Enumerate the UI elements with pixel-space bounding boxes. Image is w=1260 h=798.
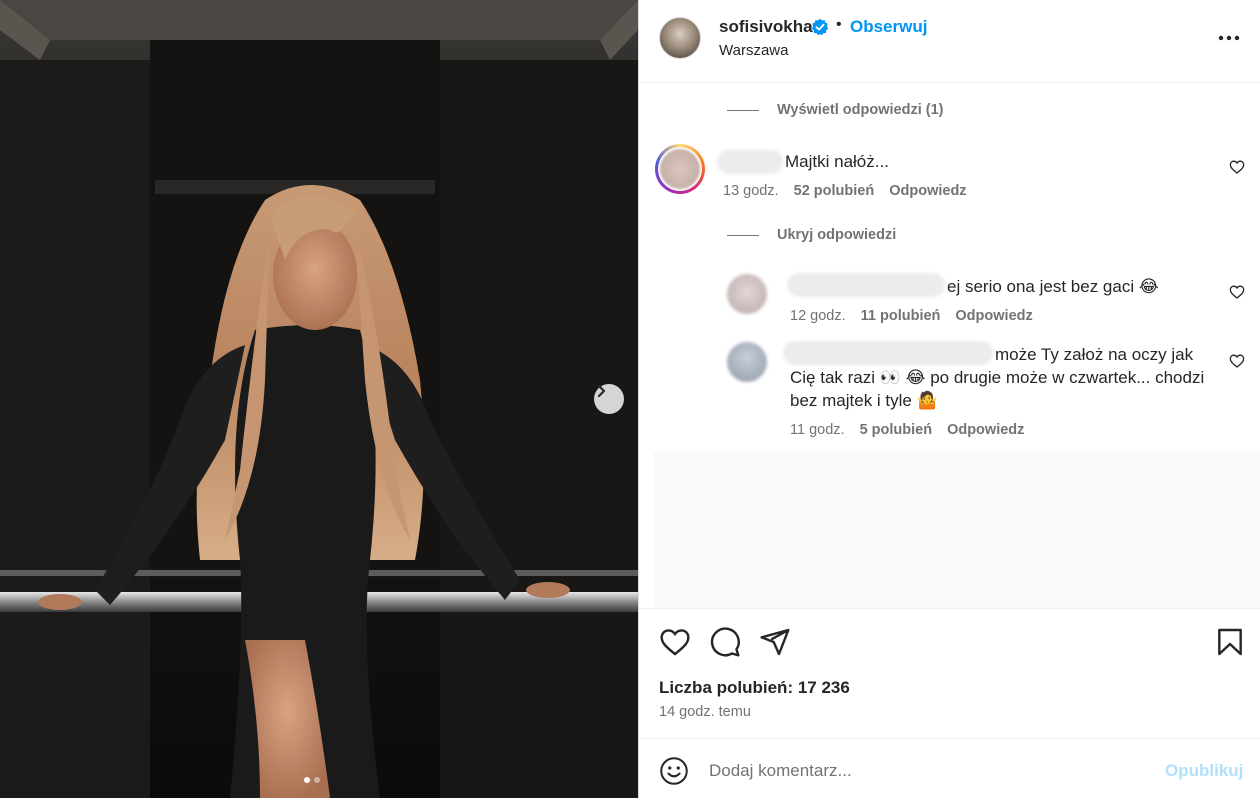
follow-button[interactable]: Obserwuj [850,17,927,37]
comment-time[interactable]: 13 godz. [723,183,779,199]
chevron-right-icon [597,384,606,398]
comment-like-heart-icon[interactable] [1229,284,1245,300]
likes-count[interactable]: Liczba polubień: 17 236 [659,678,850,698]
comment-likes[interactable]: 5 polubień [860,422,933,438]
comment-meta: 12 godz. 11 polubień Odpowiedz [790,308,1033,324]
divider-line [727,109,759,111]
post-actions: Liczba polubień: 17 236 14 godz. temu [639,608,1260,738]
comment-text-line-1: może Ty założ na oczy jak [995,345,1194,364]
more-options-icon[interactable] [1216,25,1242,51]
comments-scroll-area [653,452,1260,608]
comment-likes[interactable]: 52 polubień [794,183,875,199]
view-replies-button[interactable]: Wyświetl odpowiedzi (1) [727,102,944,118]
comment-text-line-2: Cię tak razi 👀 😂 po drugie może w czwart… [790,368,1205,387]
avatar-inner [658,147,702,191]
post-side-panel: sofisivokha • Obserwuj Warszawa Wyświetl… [638,0,1260,798]
hide-replies-button[interactable]: Ukryj odpowiedzi [727,227,896,243]
comment-text: ej serio ona jest bez gaci 😂 [947,277,1159,296]
carousel-dot [314,777,320,783]
comment-meta: 13 godz. 52 polubień Odpowiedz [723,183,967,199]
carousel-dot-active [304,777,310,783]
comment-bubble-icon[interactable] [709,626,741,658]
post-timestamp[interactable]: 14 godz. temu [659,704,751,720]
commenter-avatar[interactable] [727,274,767,314]
comment-time[interactable]: 11 godz. [790,422,845,438]
add-comment-bar: Opublikuj [639,738,1260,798]
commenter-name-blurred[interactable] [783,341,993,365]
separator-dot: • [836,16,842,33]
hide-replies-label: Ukryj odpowiedzi [777,227,897,243]
comment-text-line-3: bez majtek i tyle 🤷 [790,391,938,410]
post-header: sofisivokha • Obserwuj Warszawa [639,0,1260,83]
share-send-icon[interactable] [759,626,791,658]
commenter-avatar-story-ring[interactable] [655,144,705,194]
post-photo[interactable] [0,0,638,798]
reply-button[interactable]: Odpowiedz [955,308,1032,324]
commenter-name-blurred[interactable] [717,150,783,174]
post-location[interactable]: Warszawa [719,42,788,59]
comment-likes[interactable]: 11 polubień [861,308,941,324]
comment-like-heart-icon[interactable] [1229,353,1245,369]
commenter-avatar [660,149,700,189]
photo-illustration [0,0,638,798]
save-bookmark-icon[interactable] [1214,626,1246,658]
divider-line [727,234,759,236]
next-photo-button[interactable] [594,384,624,414]
reply-button[interactable]: Odpowiedz [947,422,1024,438]
like-heart-icon[interactable] [659,626,691,658]
carousel-indicator [304,777,320,783]
comment-input[interactable] [709,757,1149,785]
comment-text: Majtki nałóż... [785,152,889,171]
commenter-avatar[interactable] [727,342,767,382]
reply-button[interactable]: Odpowiedz [889,183,966,199]
verified-badge-icon [811,18,829,36]
view-replies-label: Wyświetl odpowiedzi (1) [777,102,944,118]
comment-like-heart-icon[interactable] [1229,159,1245,175]
post-comment-button[interactable]: Opublikuj [1165,761,1243,781]
comment-meta: 11 godz. 5 polubień Odpowiedz [790,422,1024,438]
commenter-name-blurred[interactable] [787,273,945,297]
emoji-smiley-icon[interactable] [659,756,689,786]
comment-time[interactable]: 12 godz. [790,308,846,324]
author-username[interactable]: sofisivokha [719,17,813,37]
author-avatar[interactable] [659,17,701,59]
